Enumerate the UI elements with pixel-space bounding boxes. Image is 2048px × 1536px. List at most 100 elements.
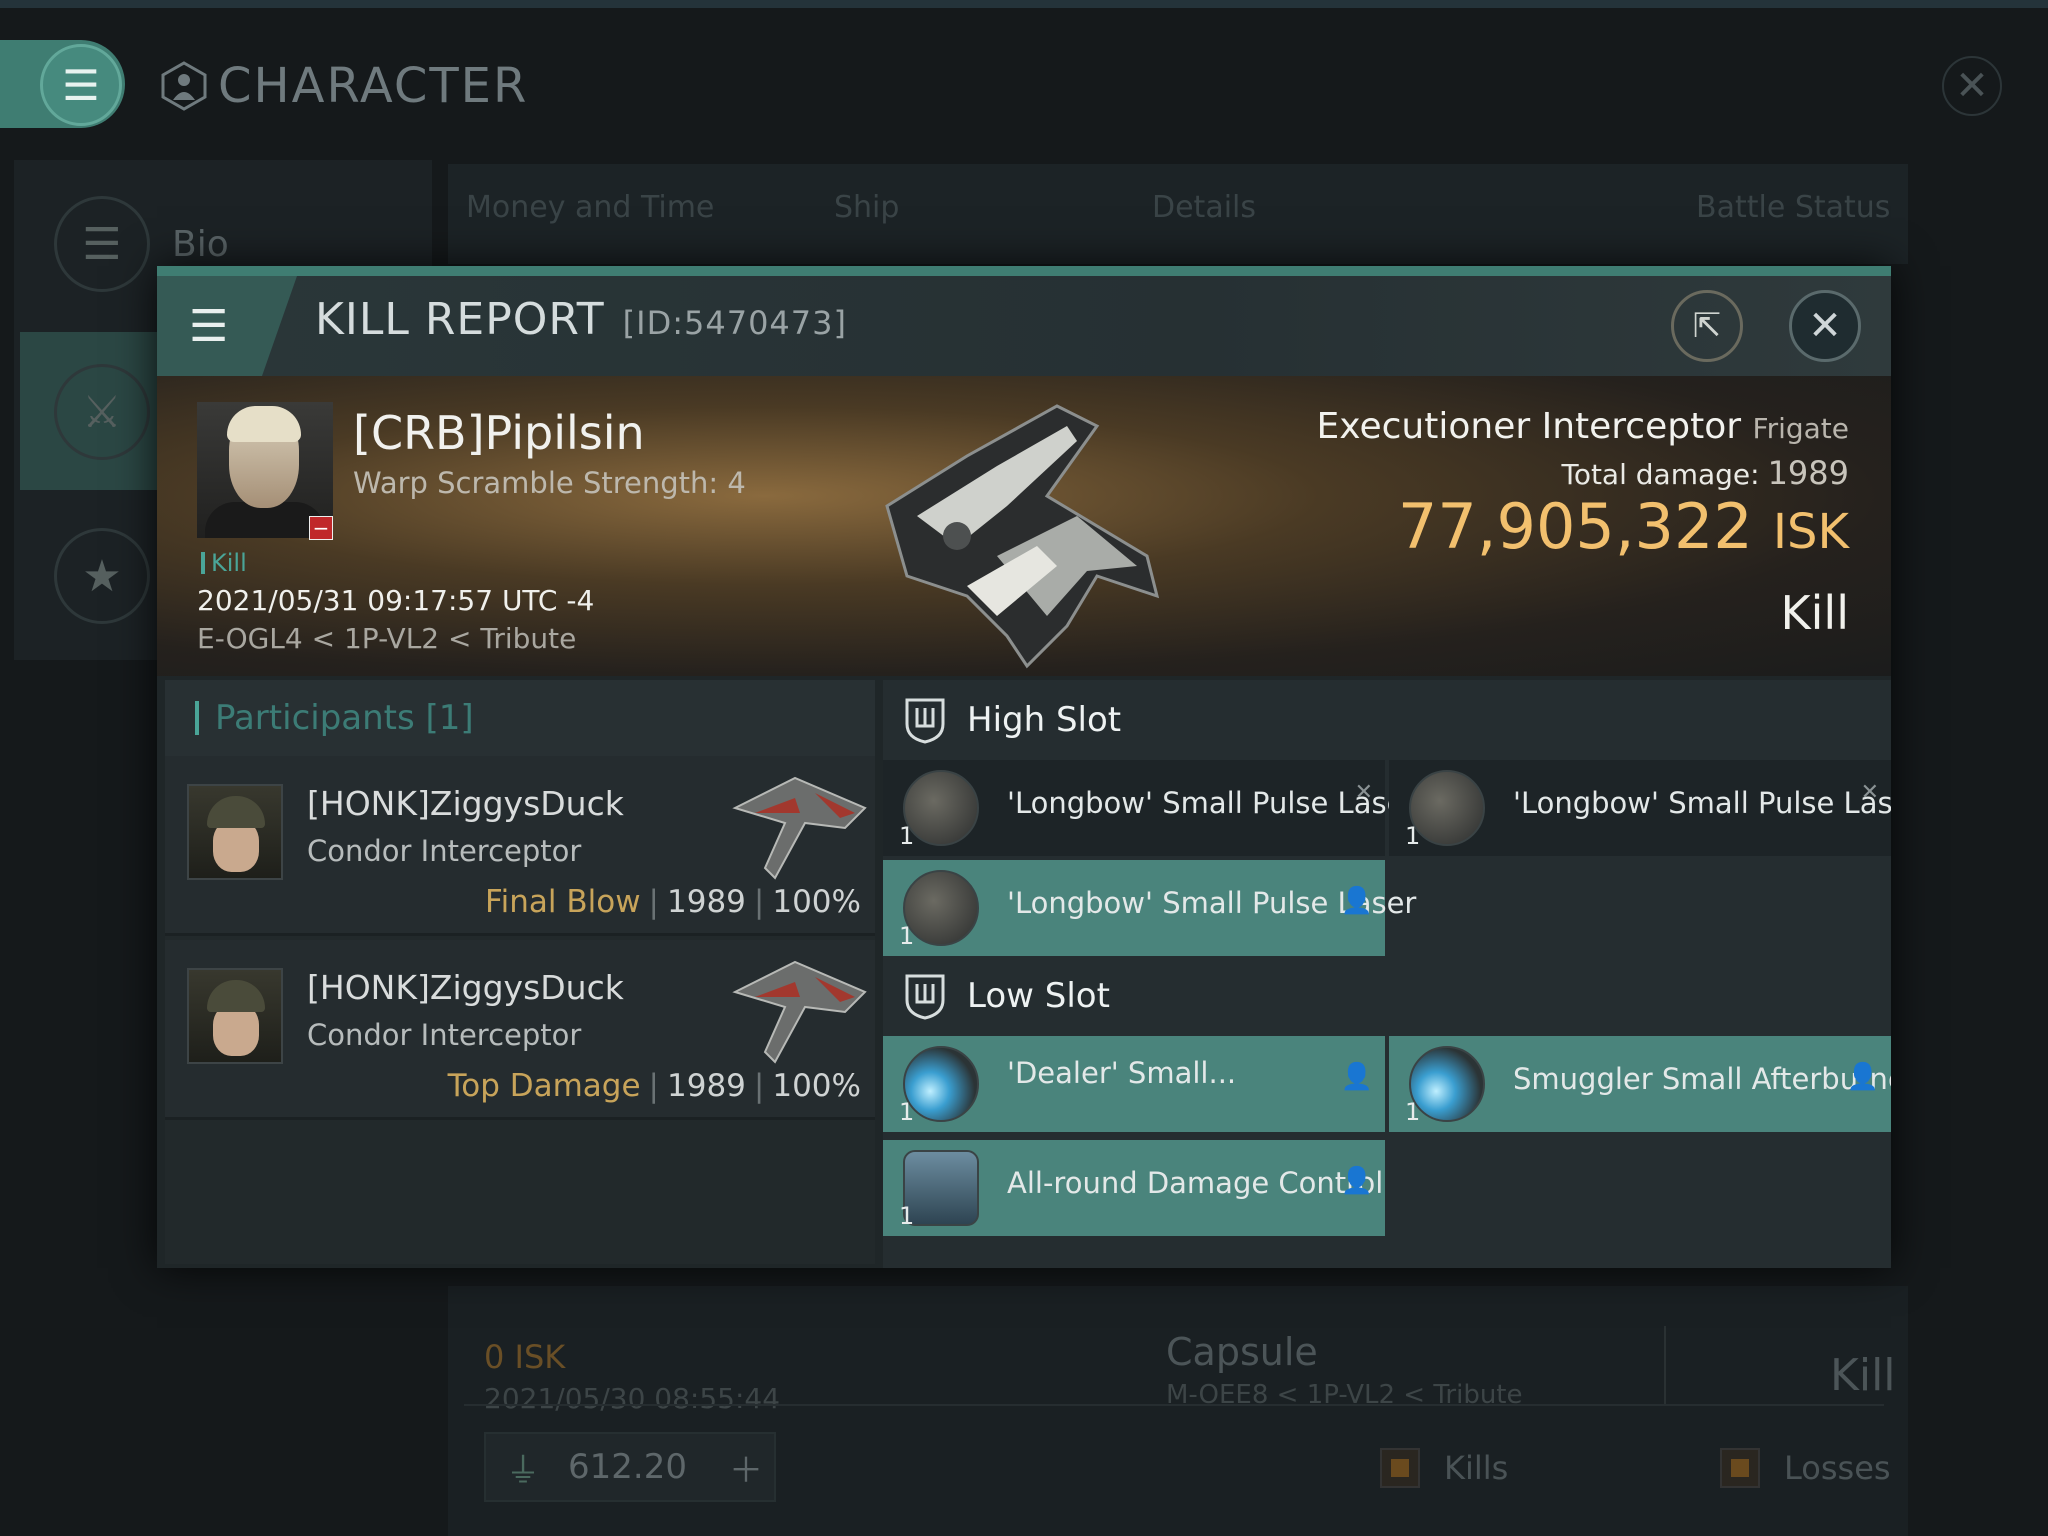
header-accent: [195, 701, 199, 735]
afterburner-icon: [1409, 1046, 1485, 1122]
module-slot[interactable]: 1 'Longbow' Small Pulse Laser ✕: [883, 760, 1416, 856]
character-icon: [161, 61, 207, 111]
module-name: 'Dealer' Small...: [1007, 1056, 1237, 1090]
victim-ship-image: [885, 404, 1160, 669]
legend-swatch: [1720, 1448, 1760, 1488]
afterburner-icon: [903, 1046, 979, 1122]
participant-stats: Final Blow | 1989 | 100%: [485, 884, 861, 920]
participants-header: Participants [1]: [165, 680, 875, 756]
hamburger-icon: ☰: [189, 300, 229, 352]
low-slot-icon: [905, 974, 945, 1020]
modal-accent-bar: [157, 266, 1891, 276]
tab-details[interactable]: Details: [1152, 190, 1256, 225]
total-damage-value: 1989: [1767, 454, 1849, 492]
low-slot-header: Low Slot: [883, 956, 1891, 1036]
ship-class: Frigate: [1752, 412, 1850, 445]
isk-value: 77,905,322 ISK: [1398, 490, 1849, 563]
module-slot[interactable]: 1 All-round Damage Control 👤: [883, 1140, 1385, 1236]
kill-location: E-OGL4 < 1P-VL2 < Tribute: [197, 622, 577, 655]
medal-icon[interactable]: ★: [54, 528, 150, 624]
participant-percent: 100%: [772, 884, 861, 920]
isk-unit: ISK: [1772, 504, 1849, 560]
legend-losses-label: Losses: [1784, 1449, 1891, 1487]
module-qty: 1: [899, 922, 915, 950]
total-damage-label: Total damage:: [1561, 458, 1760, 491]
window-title: CHARACTER: [158, 56, 528, 116]
victim-subtitle: Warp Scramble Strength: 4: [353, 466, 746, 500]
module-qty: 1: [1405, 822, 1421, 850]
participant-damage: 1989: [667, 1068, 746, 1104]
legend-kills: Kills: [1380, 1448, 1508, 1488]
modal-title-text: KILL REPORT: [315, 294, 605, 345]
high-slot-header: High Slot: [883, 680, 1891, 760]
participant-avatar[interactable]: [187, 968, 283, 1064]
external-link-icon: ⇱: [1692, 306, 1722, 346]
bio-icon[interactable]: ☰: [54, 196, 150, 292]
low-slot-title: Low Slot: [967, 976, 1110, 1016]
kill-result: Kill: [1780, 586, 1849, 640]
main-menu-button[interactable]: ☰: [40, 44, 122, 126]
participant-label: Top Damage: [447, 1068, 641, 1104]
module-slot[interactable]: 1 'Longbow' Small Pulse Laser ✕: [1389, 760, 1891, 856]
kill-datetime: 2021/05/31 09:17:57 UTC -4: [197, 584, 595, 617]
kill-tag: Kill: [201, 551, 247, 575]
destroyed-icon: ✕: [1354, 780, 1373, 805]
close-icon: ✕: [1955, 63, 1989, 109]
participant-ship-image: [732, 776, 867, 880]
kill-id: [ID:5470473]: [622, 304, 847, 342]
standing-minus-icon: −: [309, 516, 333, 540]
bg-row-date: 2021/05/30 08:55:44: [484, 1382, 781, 1415]
participant-ship-image: [732, 960, 867, 1064]
module-qty: 1: [899, 822, 915, 850]
participant-label: Final Blow: [485, 884, 641, 920]
kill-banner: − [CRB]Pipilsin Warp Scramble Strength: …: [157, 376, 1891, 676]
combat-icon[interactable]: ⚔: [54, 364, 150, 460]
victim-ship-name[interactable]: Executioner Interceptor Frigate: [1317, 406, 1849, 447]
module-qty: 1: [899, 1098, 915, 1126]
top-edge: [0, 0, 2048, 8]
participant-damage: 1989: [667, 884, 746, 920]
add-icon[interactable]: ＋: [729, 1443, 763, 1492]
tab-ship[interactable]: Ship: [834, 190, 899, 225]
participant-name[interactable]: [HONK]ZiggysDuck: [307, 968, 624, 1007]
isk-amount: 77,905,322: [1397, 490, 1753, 563]
bg-row-ship: Capsule: [1166, 1330, 1318, 1374]
victim-name[interactable]: [CRB]Pipilsin: [353, 406, 645, 460]
divider: [464, 1404, 1884, 1406]
module-slot[interactable]: 1 'Longbow' Small Pulse Laser 👤: [883, 860, 1416, 956]
participant-ship: Condor Interceptor: [307, 1018, 582, 1052]
pulse-laser-icon: [1409, 770, 1485, 846]
person-icon: 👤: [1846, 1062, 1879, 1092]
modal-close-button[interactable]: ✕: [1789, 290, 1861, 362]
hamburger-icon: ☰: [62, 60, 100, 110]
plex-icon: ⏚: [506, 1450, 540, 1491]
modal-title: KILL REPORT [ID:5470473]: [315, 294, 847, 345]
participant-name[interactable]: [HONK]ZiggysDuck: [307, 784, 624, 823]
module-qty: 1: [899, 1202, 915, 1230]
pulse-laser-icon: [903, 870, 979, 946]
close-icon: ✕: [1808, 303, 1842, 349]
person-icon: 👤: [1340, 1062, 1373, 1092]
high-slot-title: High Slot: [967, 700, 1122, 740]
participant-row[interactable]: [HONK]ZiggysDuck Condor Interceptor Fina…: [165, 756, 875, 936]
participants-header-text: Participants [1]: [215, 698, 474, 738]
ship-name-text: Executioner Interceptor: [1316, 406, 1742, 447]
pulse-laser-icon: [903, 770, 979, 846]
module-name: 'Longbow' Small Pulse Laser: [1513, 786, 1891, 820]
participant-avatar[interactable]: [187, 784, 283, 880]
tab-battle-status[interactable]: Battle Status: [1696, 190, 1890, 225]
kill-report-modal: ☰ KILL REPORT [ID:5470473] ⇱ ✕ − [CRB]Pi…: [157, 266, 1891, 1268]
damage-control-icon: [903, 1150, 979, 1226]
legend-swatch: [1380, 1448, 1420, 1488]
module-name: Smuggler Small Afterburner: [1513, 1062, 1891, 1096]
person-icon: 👤: [1340, 886, 1373, 916]
participant-row[interactable]: [HONK]ZiggysDuck Condor Interceptor Top …: [165, 940, 875, 1120]
window-close-button[interactable]: ✕: [1942, 56, 2002, 116]
tab-money-and-time[interactable]: Money and Time: [466, 190, 714, 225]
bg-row-result: Kill: [1830, 1350, 1896, 1401]
sidebar-item-bio[interactable]: Bio: [172, 224, 229, 265]
plex-balance[interactable]: ⏚ 612.20 ＋: [484, 1432, 776, 1502]
module-slot[interactable]: 1 Smuggler Small Afterburner 👤: [1389, 1036, 1891, 1132]
share-button[interactable]: ⇱: [1671, 290, 1743, 362]
module-slot[interactable]: 1 'Dealer' Small... 👤: [883, 1036, 1385, 1132]
